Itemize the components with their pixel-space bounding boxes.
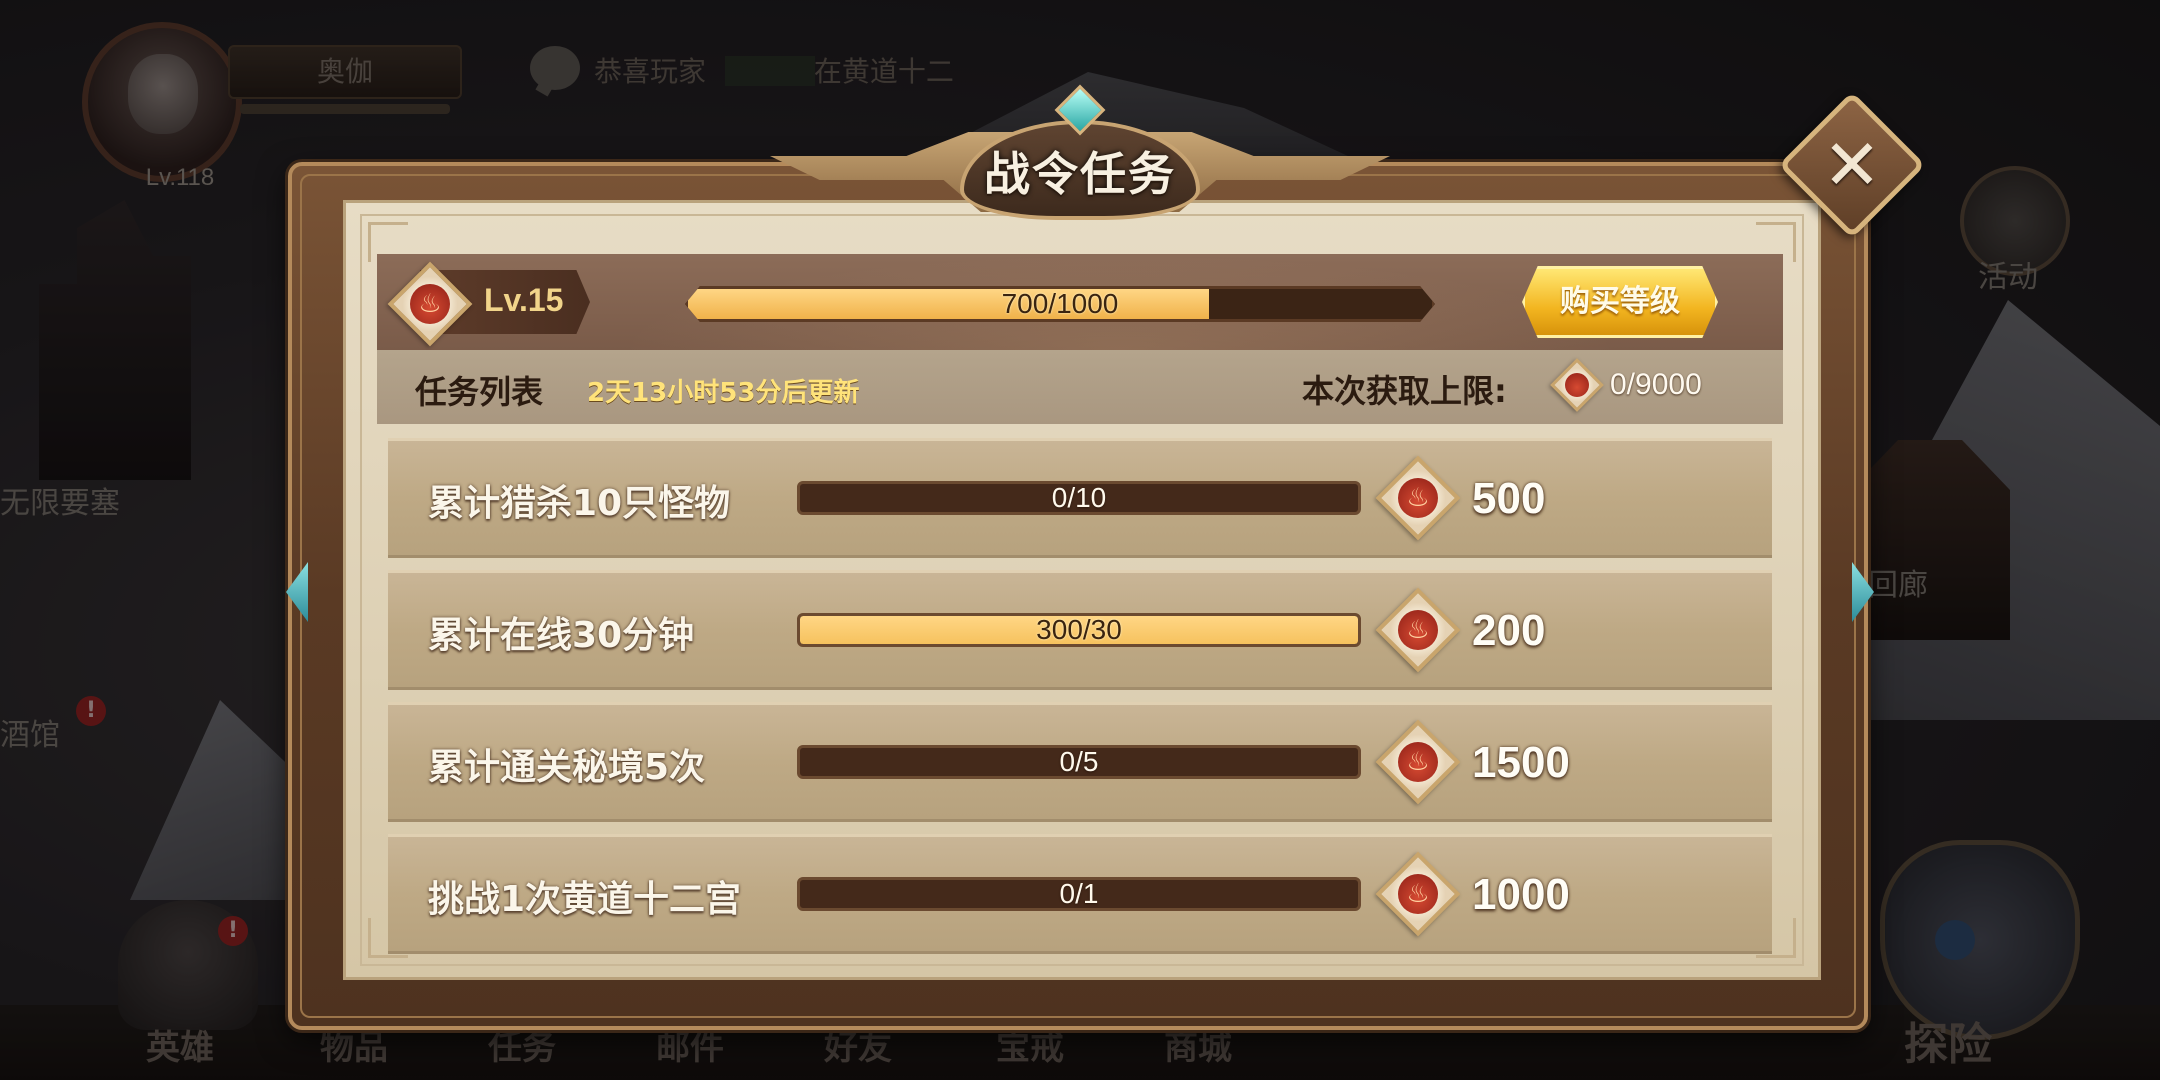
task-name: 累计在线30分钟: [428, 615, 695, 656]
task-name: 挑战1次黄道十二宫: [428, 879, 742, 920]
popup-title: 战令任务: [984, 147, 1176, 201]
flame-icon: ♨: [1406, 615, 1430, 645]
task-reward-amount: 200: [1472, 606, 1546, 655]
flame-icon: ♨: [418, 289, 442, 319]
task-progress-text: 300/30: [1036, 614, 1122, 645]
flame-icon: ♨: [1406, 483, 1430, 513]
limit-label: 本次获取上限:: [1302, 372, 1507, 410]
task-progress-bar: 0/10: [797, 481, 1361, 515]
task-progress-text: 0/5: [1059, 746, 1099, 777]
task-reward-amount: 1000: [1472, 870, 1570, 919]
close-icon[interactable]: ✕: [1800, 113, 1904, 217]
task-name: 累计猎杀10只怪物: [428, 483, 731, 524]
task-progress-text: 0/1: [1059, 878, 1099, 909]
task-reward-amount: 500: [1472, 474, 1546, 523]
task-progress-bar: 0/1: [797, 877, 1361, 911]
flame-icon: ♨: [1406, 879, 1430, 909]
buy-level-button[interactable]: 购买等级: [1522, 266, 1718, 338]
task-reward-amount: 1500: [1472, 738, 1570, 787]
task-name: 累计通关秘境5次: [428, 747, 706, 788]
task-progress-bar: 300/30: [797, 613, 1361, 647]
task-progress-text: 0/10: [1051, 482, 1107, 513]
level-progress-text: 700/1000: [1001, 288, 1119, 319]
task-list-title: 任务列表: [415, 373, 544, 411]
limit-value: 0/9000: [1610, 368, 1702, 401]
task-progress-bar: 0/5: [797, 745, 1361, 779]
flame-core: [1565, 373, 1589, 397]
flame-icon: ♨: [1406, 747, 1430, 777]
battle-pass-level: Lv.15: [484, 282, 564, 318]
refresh-countdown: 2天13小时53分后更新: [587, 378, 860, 408]
level-progress-bar: 700/1000: [685, 286, 1435, 322]
